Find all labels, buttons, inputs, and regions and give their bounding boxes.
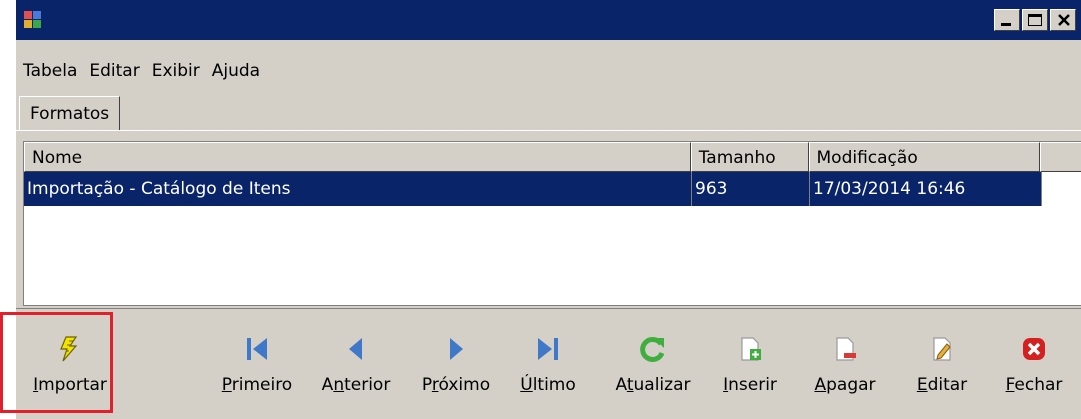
menu-tabela[interactable]: Tabela [16, 56, 82, 86]
maximize-icon [1028, 14, 1042, 26]
proximo-label: Próximo [421, 375, 491, 395]
tab-formatos[interactable]: Formatos [19, 96, 121, 130]
title-bar[interactable] [16, 0, 1081, 40]
table-row[interactable]: Importação - Catálogo de Itens 963 17/03… [24, 172, 1042, 206]
column-header-nome[interactable]: Nome [24, 142, 691, 172]
tab-strip: Formatos [19, 96, 121, 130]
primeiro-label: Primeiro [221, 375, 293, 395]
cell-nome: Importação - Catálogo de Itens [24, 172, 692, 206]
column-header-tamanho[interactable]: Tamanho [690, 142, 809, 172]
first-icon [247, 338, 267, 360]
tab-panel: Nome Tamanho Modificação Importação - Ca… [16, 130, 1081, 309]
grid-header: Nome Tamanho Modificação [24, 142, 1081, 172]
inserir-label: Inserir [723, 375, 777, 395]
editar-label: Editar [916, 375, 968, 395]
edit-icon [933, 337, 951, 361]
formats-grid[interactable]: Nome Tamanho Modificação Importação - Ca… [23, 141, 1081, 306]
menu-editar[interactable]: Editar [82, 56, 144, 86]
window-close-icon [1058, 14, 1070, 26]
atualizar-label: Atualizar [615, 375, 691, 395]
proximo-button[interactable]: Próximo [408, 323, 504, 403]
prev-icon [349, 338, 362, 360]
delete-icon [836, 337, 856, 361]
app-icon [24, 11, 42, 29]
editar-button[interactable]: Editar [904, 323, 980, 403]
highlight-box [0, 312, 113, 413]
insert-icon [741, 337, 761, 361]
anterior-label: Anterior [321, 375, 391, 395]
fechar-button[interactable]: Fechar [998, 323, 1070, 403]
apagar-label: Apagar [814, 375, 876, 395]
column-header-filler [1040, 142, 1081, 172]
apagar-button[interactable]: Apagar [802, 323, 888, 403]
refresh-icon [640, 337, 665, 362]
maximize-button[interactable] [1022, 9, 1048, 31]
atualizar-button[interactable]: Atualizar [596, 323, 710, 403]
menu-ajuda[interactable]: Ajuda [205, 56, 265, 86]
anterior-button[interactable]: Anterior [306, 323, 406, 403]
cell-modificacao: 17/03/2014 16:46 [810, 172, 1042, 206]
minimize-icon [1001, 23, 1011, 26]
ultimo-button[interactable]: Último [508, 323, 588, 403]
toolbar: Importar Primeiro Anterior Próximo Últim… [16, 308, 1081, 419]
column-header-modificacao[interactable]: Modificação [808, 142, 1041, 172]
inserir-button[interactable]: Inserir [712, 323, 788, 403]
ultimo-label: Último [520, 375, 576, 395]
minimize-button[interactable] [994, 9, 1020, 31]
last-icon [538, 338, 558, 360]
main-window: Tabela Editar Exibir Ajuda Formatos Nome… [14, 0, 1081, 419]
close-icon [1023, 338, 1045, 360]
cell-tamanho: 963 [692, 172, 810, 206]
primeiro-button[interactable]: Primeiro [212, 323, 302, 403]
menu-bar: Tabela Editar Exibir Ajuda [16, 56, 265, 86]
menu-exibir[interactable]: Exibir [145, 56, 205, 86]
window-close-button[interactable] [1050, 9, 1076, 31]
fechar-label: Fechar [1005, 375, 1063, 395]
next-icon [450, 338, 463, 360]
